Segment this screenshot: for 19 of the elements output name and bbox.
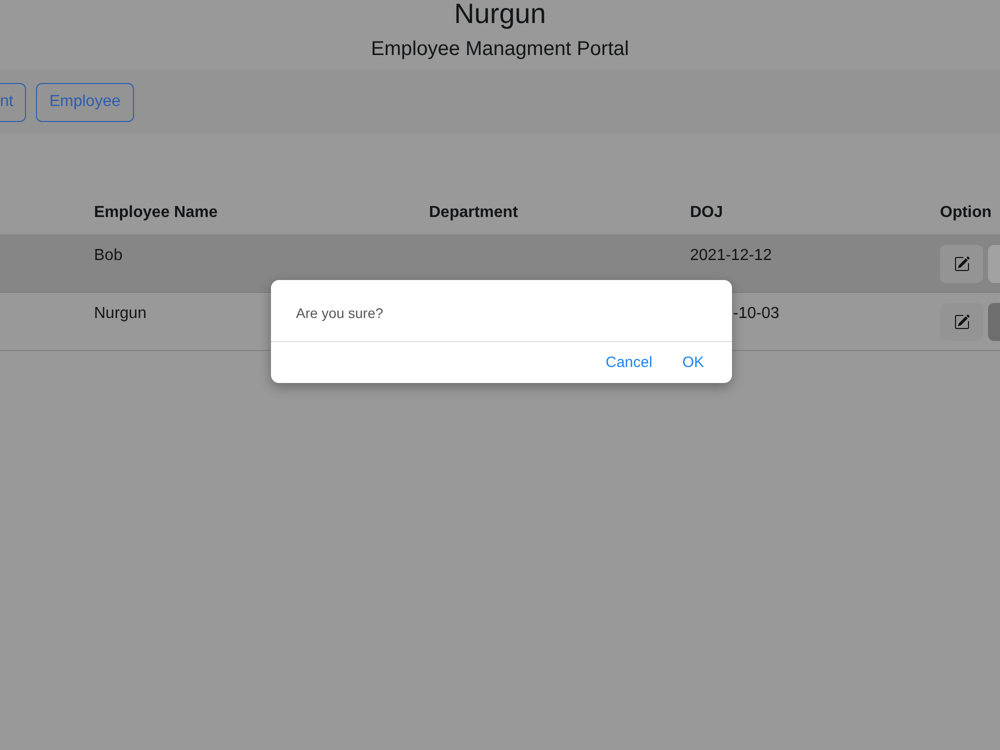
column-header: DOJ bbox=[690, 204, 723, 221]
column-header: Option bbox=[940, 204, 992, 221]
dialog-message: Are you sure? bbox=[296, 305, 384, 321]
table-cell: -10-03 bbox=[733, 305, 780, 322]
dialog-button[interactable]: Cancel bbox=[606, 352, 652, 372]
nav-button[interactable]: nt bbox=[0, 82, 26, 122]
table-cell: Bob bbox=[94, 247, 122, 264]
edit-button[interactable] bbox=[940, 245, 983, 283]
table-cell: Nurgun bbox=[94, 305, 146, 322]
dialog-button[interactable]: OK bbox=[682, 352, 704, 372]
column-header: Department bbox=[429, 204, 518, 221]
edit-icon bbox=[954, 256, 970, 272]
page-title: Nurgun bbox=[454, 0, 546, 28]
edit-button[interactable] bbox=[940, 303, 983, 341]
table-cell: 2021-12-12 bbox=[690, 247, 772, 264]
page-subtitle: Employee Managment Portal bbox=[371, 37, 629, 61]
nav-button[interactable]: Employee bbox=[36, 82, 134, 122]
column-header: Employee Name bbox=[94, 204, 218, 221]
edit-icon bbox=[954, 314, 970, 330]
